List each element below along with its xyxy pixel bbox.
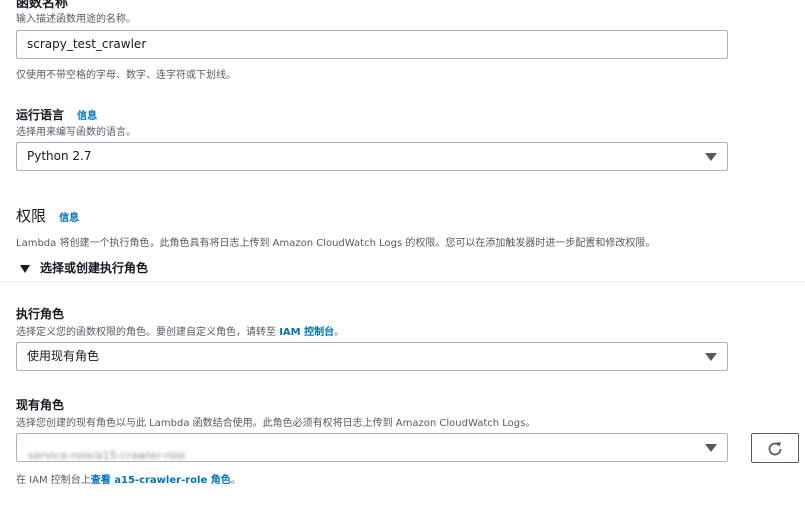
execution-role-description-suffix: 。	[334, 327, 345, 338]
section-divider	[0, 281, 805, 282]
role-expander-label: 选择或创建执行角色	[40, 261, 149, 275]
existing-role-description: 选择您创建的现有角色以与此 Lambda 函数结合使用。此角色必须有权将日志上传…	[16, 418, 536, 429]
runtime-label: 运行语言	[16, 108, 65, 122]
existing-role-footer-suffix: 。	[230, 475, 241, 486]
execution-role-select[interactable]: 使用现有角色	[16, 342, 728, 371]
function-name-value: scrapy_test_crawler	[27, 37, 147, 51]
role-expander[interactable]: 选择或创建执行角色	[20, 259, 148, 276]
caret-down-icon	[705, 444, 717, 452]
existing-role-footer-text: 在 IAM 控制台上	[16, 475, 91, 486]
caret-down-icon	[705, 153, 717, 161]
view-role-link[interactable]: 查看 a15-crawler-role 角色	[91, 475, 231, 486]
runtime-selected-value: Python 2.7	[27, 149, 92, 163]
runtime-header: 运行语言 信息	[16, 104, 97, 123]
existing-role-label: 现有角色	[16, 398, 65, 412]
caret-down-icon	[705, 353, 717, 361]
execution-role-selected-value: 使用现有角色	[27, 349, 100, 363]
refresh-icon	[768, 442, 782, 456]
execution-role-label: 执行角色	[16, 307, 65, 321]
refresh-button[interactable]	[751, 433, 799, 463]
triangle-down-icon	[20, 264, 30, 273]
iam-console-link[interactable]: IAM 控制台	[279, 327, 334, 338]
permissions-title: 权限	[16, 207, 47, 225]
function-name-description: 输入描述函数用途的名称。	[16, 14, 136, 25]
runtime-description: 选择用来编写函数的语言。	[16, 127, 136, 138]
function-name-input[interactable]: scrapy_test_crawler	[16, 30, 728, 59]
runtime-info-link[interactable]: 信息	[77, 111, 97, 122]
permissions-description: Lambda 将创建一个执行角色，此角色具有将日志上传到 Amazon Clou…	[16, 238, 656, 249]
permissions-header: 权限 信息	[16, 205, 79, 226]
runtime-select[interactable]: Python 2.7	[16, 142, 728, 171]
existing-role-select[interactable]: service-role/a15-crawler-role	[16, 433, 728, 462]
execution-role-description: 选择定义您的函数权限的角色。要创建自定义角色，请转至 IAM 控制台。	[16, 323, 344, 338]
existing-role-footer: 在 IAM 控制台上查看 a15-crawler-role 角色。	[16, 471, 241, 486]
permissions-info-link[interactable]: 信息	[59, 213, 79, 224]
existing-role-selected-value: service-role/a15-crawler-role	[28, 449, 186, 462]
execution-role-description-text: 选择定义您的函数权限的角色。要创建自定义角色，请转至	[16, 327, 276, 338]
function-name-constraint: 仅使用不带空格的字母、数字、连字符或下划线。	[16, 70, 236, 81]
